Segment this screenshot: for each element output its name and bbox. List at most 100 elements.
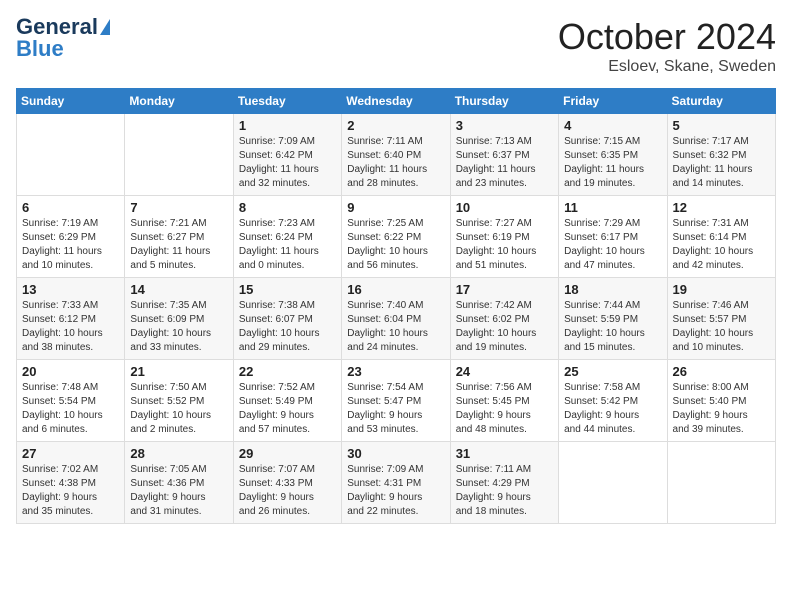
calendar-table: SundayMondayTuesdayWednesdayThursdayFrid… [16, 88, 776, 524]
day-number: 18 [564, 282, 661, 297]
week-row-2: 6Sunrise: 7:19 AM Sunset: 6:29 PM Daylig… [17, 196, 776, 278]
day-number: 25 [564, 364, 661, 379]
day-info: Sunrise: 7:05 AM Sunset: 4:36 PM Dayligh… [130, 463, 227, 519]
day-info: Sunrise: 7:09 AM Sunset: 6:42 PM Dayligh… [239, 135, 336, 191]
location: Esloev, Skane, Sweden [558, 58, 776, 76]
day-info: Sunrise: 7:25 AM Sunset: 6:22 PM Dayligh… [347, 217, 444, 273]
calendar-cell: 14Sunrise: 7:35 AM Sunset: 6:09 PM Dayli… [125, 278, 233, 360]
day-number: 12 [673, 200, 770, 215]
calendar-cell: 9 Sunrise: 7:25 AM Sunset: 6:22 PM Daylig… [342, 196, 450, 278]
day-info: Sunrise: 7:15 AM Sunset: 6:35 PM Dayligh… [564, 135, 661, 191]
calendar-cell [667, 442, 775, 524]
calendar-cell: 29 Sunrise: 7:07 AM Sunset: 4:33 PM Dayli… [233, 442, 341, 524]
calendar-cell: 31 Sunrise: 7:11 AM Sunset: 4:29 PM Dayli… [450, 442, 558, 524]
day-number: 4 [564, 118, 661, 133]
day-number: 5 [673, 118, 770, 133]
day-number: 22 [239, 364, 336, 379]
day-number: 6 [22, 200, 119, 215]
calendar-cell: 17 Sunrise: 7:42 AM Sunset: 6:02 PM Dayli… [450, 278, 558, 360]
calendar-cell: 28 Sunrise: 7:05 AM Sunset: 4:36 PM Dayli… [125, 442, 233, 524]
day-info: Sunrise: 7:27 AM Sunset: 6:19 PM Dayligh… [456, 217, 553, 273]
calendar-cell: 10 Sunrise: 7:27 AM Sunset: 6:19 PM Dayli… [450, 196, 558, 278]
day-header-monday: Monday [125, 89, 233, 114]
calendar-cell: 13Sunrise: 7:33 AM Sunset: 6:12 PM Dayli… [17, 278, 125, 360]
day-header-saturday: Saturday [667, 89, 775, 114]
day-info: Sunrise: 7:54 AM Sunset: 5:47 PM Dayligh… [347, 381, 444, 437]
day-info: Sunrise: 7:38 AM Sunset: 6:07 PM Dayligh… [239, 299, 336, 355]
calendar-cell [559, 442, 667, 524]
title-section: October 2024 Esloev, Skane, Sweden [558, 16, 776, 76]
calendar-cell: 22 Sunrise: 7:52 AM Sunset: 5:49 PM Dayli… [233, 360, 341, 442]
calendar-cell: 27Sunrise: 7:02 AM Sunset: 4:38 PM Dayli… [17, 442, 125, 524]
calendar-cell: 11Sunrise: 7:29 AM Sunset: 6:17 PM Dayli… [559, 196, 667, 278]
day-info: Sunrise: 7:07 AM Sunset: 4:33 PM Dayligh… [239, 463, 336, 519]
day-number: 10 [456, 200, 553, 215]
day-info: Sunrise: 7:09 AM Sunset: 4:31 PM Dayligh… [347, 463, 444, 519]
day-number: 14 [130, 282, 227, 297]
day-number: 7 [130, 200, 227, 215]
day-number: 31 [456, 446, 553, 461]
calendar-cell: 2Sunrise: 7:11 AM Sunset: 6:40 PM Daylig… [342, 114, 450, 196]
calendar-cell: 25Sunrise: 7:58 AM Sunset: 5:42 PM Dayli… [559, 360, 667, 442]
day-info: Sunrise: 7:46 AM Sunset: 5:57 PM Dayligh… [673, 299, 770, 355]
day-info: Sunrise: 7:21 AM Sunset: 6:27 PM Dayligh… [130, 217, 227, 273]
calendar-cell: 21 Sunrise: 7:50 AM Sunset: 5:52 PM Dayli… [125, 360, 233, 442]
day-info: Sunrise: 7:31 AM Sunset: 6:14 PM Dayligh… [673, 217, 770, 273]
day-number: 1 [239, 118, 336, 133]
day-header-wednesday: Wednesday [342, 89, 450, 114]
day-number: 21 [130, 364, 227, 379]
calendar-cell: 30 Sunrise: 7:09 AM Sunset: 4:31 PM Dayli… [342, 442, 450, 524]
day-number: 24 [456, 364, 553, 379]
day-number: 3 [456, 118, 553, 133]
day-number: 8 [239, 200, 336, 215]
day-info: Sunrise: 7:11 AM Sunset: 6:40 PM Dayligh… [347, 135, 444, 191]
calendar-cell: 6Sunrise: 7:19 AM Sunset: 6:29 PM Daylig… [17, 196, 125, 278]
calendar-cell: 8 Sunrise: 7:23 AM Sunset: 6:24 PM Daylig… [233, 196, 341, 278]
day-number: 16 [347, 282, 444, 297]
day-info: Sunrise: 7:44 AM Sunset: 5:59 PM Dayligh… [564, 299, 661, 355]
day-number: 15 [239, 282, 336, 297]
day-info: Sunrise: 7:40 AM Sunset: 6:04 PM Dayligh… [347, 299, 444, 355]
calendar-cell: 15 Sunrise: 7:38 AM Sunset: 6:07 PM Dayli… [233, 278, 341, 360]
calendar-cell: 1 Sunrise: 7:09 AM Sunset: 6:42 PM Daylig… [233, 114, 341, 196]
calendar-cell: 7 Sunrise: 7:21 AM Sunset: 6:27 PM Daylig… [125, 196, 233, 278]
page-header: General Blue October 2024 Esloev, Skane,… [16, 16, 776, 76]
day-info: Sunrise: 7:11 AM Sunset: 4:29 PM Dayligh… [456, 463, 553, 519]
day-info: Sunrise: 7:17 AM Sunset: 6:32 PM Dayligh… [673, 135, 770, 191]
week-row-1: 1 Sunrise: 7:09 AM Sunset: 6:42 PM Daylig… [17, 114, 776, 196]
day-number: 19 [673, 282, 770, 297]
logo-blue: Blue [16, 38, 64, 60]
logo: General Blue [16, 16, 110, 60]
day-info: Sunrise: 7:48 AM Sunset: 5:54 PM Dayligh… [22, 381, 119, 437]
day-info: Sunrise: 7:29 AM Sunset: 6:17 PM Dayligh… [564, 217, 661, 273]
day-info: Sunrise: 8:00 AM Sunset: 5:40 PM Dayligh… [673, 381, 770, 437]
day-info: Sunrise: 7:23 AM Sunset: 6:24 PM Dayligh… [239, 217, 336, 273]
calendar-cell: 23 Sunrise: 7:54 AM Sunset: 5:47 PM Dayli… [342, 360, 450, 442]
day-info: Sunrise: 7:56 AM Sunset: 5:45 PM Dayligh… [456, 381, 553, 437]
calendar-cell [17, 114, 125, 196]
day-number: 29 [239, 446, 336, 461]
week-row-4: 20 Sunrise: 7:48 AM Sunset: 5:54 PM Dayli… [17, 360, 776, 442]
day-number: 9 [347, 200, 444, 215]
day-number: 17 [456, 282, 553, 297]
calendar-cell [125, 114, 233, 196]
day-info: Sunrise: 7:50 AM Sunset: 5:52 PM Dayligh… [130, 381, 227, 437]
calendar-cell: 20 Sunrise: 7:48 AM Sunset: 5:54 PM Dayli… [17, 360, 125, 442]
day-info: Sunrise: 7:52 AM Sunset: 5:49 PM Dayligh… [239, 381, 336, 437]
day-number: 30 [347, 446, 444, 461]
day-number: 26 [673, 364, 770, 379]
calendar-cell: 12 Sunrise: 7:31 AM Sunset: 6:14 PM Dayli… [667, 196, 775, 278]
day-number: 13 [22, 282, 119, 297]
calendar-cell: 5 Sunrise: 7:17 AM Sunset: 6:32 PM Daylig… [667, 114, 775, 196]
calendar-cell: 19 Sunrise: 7:46 AM Sunset: 5:57 PM Dayli… [667, 278, 775, 360]
day-header-thursday: Thursday [450, 89, 558, 114]
day-number: 20 [22, 364, 119, 379]
day-header-friday: Friday [559, 89, 667, 114]
day-number: 23 [347, 364, 444, 379]
day-info: Sunrise: 7:42 AM Sunset: 6:02 PM Dayligh… [456, 299, 553, 355]
month-title: October 2024 [558, 16, 776, 58]
day-number: 28 [130, 446, 227, 461]
calendar-cell: 26 Sunrise: 8:00 AM Sunset: 5:40 PM Dayli… [667, 360, 775, 442]
calendar-cell: 16 Sunrise: 7:40 AM Sunset: 6:04 PM Dayli… [342, 278, 450, 360]
day-header-sunday: Sunday [17, 89, 125, 114]
